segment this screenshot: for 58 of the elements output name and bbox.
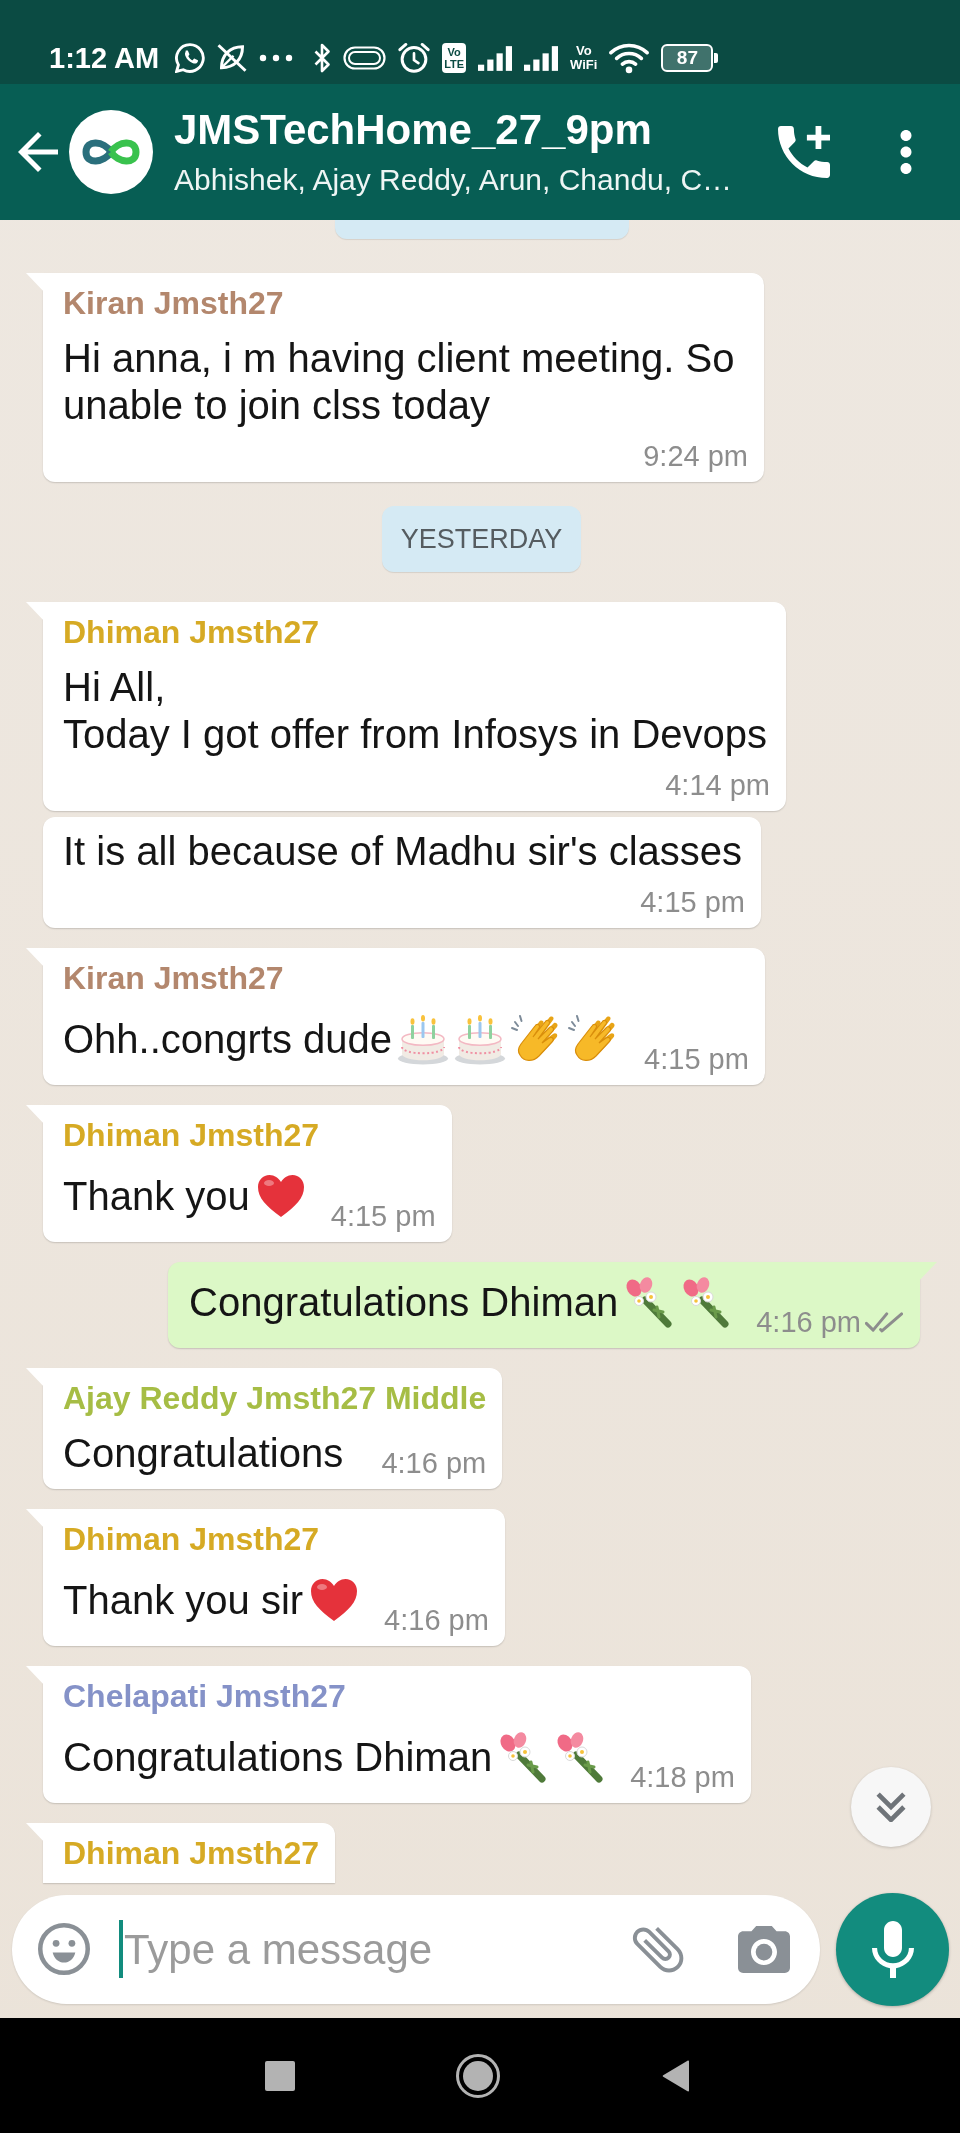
message-time: 9:24 pm (643, 439, 748, 473)
back-icon[interactable] (662, 2059, 690, 2092)
signal-bars-icon (524, 45, 559, 71)
whatsapp-icon (175, 43, 206, 73)
message-text: It is all because of Madhu sir's classes (63, 828, 743, 875)
home-icon[interactable] (456, 2053, 500, 2098)
sender-name: Kiran Jmsth27 (63, 284, 284, 323)
message-text: Ohh..congrts dude (63, 1016, 393, 1063)
message-text: Thank you sir (63, 1577, 304, 1624)
message-time: 4:16 pm (756, 1305, 861, 1339)
volte-badge: Vo LTE (442, 43, 467, 73)
message-time: 4:15 pm (330, 1199, 436, 1233)
three-dots-icon (259, 54, 294, 62)
message-time: 4:14 pm (665, 768, 770, 802)
microphone-icon (871, 1920, 914, 1978)
message-text: Congratulations (63, 1430, 344, 1477)
pill-toggle-icon (343, 46, 387, 70)
message-time: 4:18 pm (630, 1760, 735, 1794)
message-text: Thank you (63, 1173, 250, 1220)
message-text: Congratulations Dhiman (63, 1734, 493, 1781)
sender-name: Dhiman Jmsth27 (63, 1834, 320, 1873)
message-text: Hi anna, i m having client meeting. So unable to join clss today (63, 335, 736, 429)
cake-icon (397, 1013, 450, 1065)
sender-name: Dhiman Jmsth27 (63, 1520, 320, 1559)
date-chip: YESTERDAY (381, 506, 582, 572)
status-time: 1:12 AM (49, 41, 160, 75)
message-text: Congratulations Dhiman (189, 1279, 619, 1326)
battery-indicator: 87 (661, 44, 719, 72)
camera-icon[interactable] (738, 1925, 790, 1973)
message-time: 4:15 pm (644, 1042, 749, 1076)
message-time: 4:15 pm (640, 885, 745, 919)
more-options-icon[interactable] (900, 130, 912, 174)
double-chevron-down-icon (876, 1792, 906, 1822)
sender-name: Dhiman Jmsth27 (63, 1116, 320, 1155)
add-call-icon[interactable] (778, 126, 830, 178)
group-avatar[interactable] (69, 110, 153, 194)
back-arrow-icon[interactable] (18, 132, 58, 172)
scroll-down-button[interactable] (851, 1767, 931, 1847)
message-input[interactable]: Type a message (124, 1920, 632, 1978)
wifi-icon (609, 42, 650, 74)
chat-title: JMSTechHome_27_9pm (174, 105, 652, 155)
vowifi-label: Vo WiFi (570, 44, 598, 72)
bluetooth-icon (313, 43, 332, 73)
sender-name: Kiran Jmsth27 (63, 959, 284, 998)
smiley-icon[interactable] (38, 1923, 90, 1975)
sender-name: Chelapati Jmsth27 (63, 1677, 346, 1716)
sender-name: Ajay Reddy Jmsth27 Middle (63, 1379, 487, 1418)
sender-name: Dhiman Jmsth27 (63, 613, 320, 652)
alarm-clock-icon (398, 43, 431, 73)
message-text: Hi All, Today I got offer from Infosys in Devops (63, 664, 768, 758)
message-time: 4:16 pm (381, 1446, 487, 1480)
signal-bars-icon (478, 45, 513, 71)
message-time: 4:16 pm (384, 1603, 489, 1637)
message-field[interactable]: Type a message (12, 1894, 820, 2004)
cake-icon (454, 1013, 507, 1065)
chat-subtitle: Abhishek, Ajay Reddy, Arun, Chandu, C… (174, 162, 733, 198)
recents-icon[interactable] (265, 2060, 295, 2091)
slashed-leaf-icon (217, 43, 248, 73)
